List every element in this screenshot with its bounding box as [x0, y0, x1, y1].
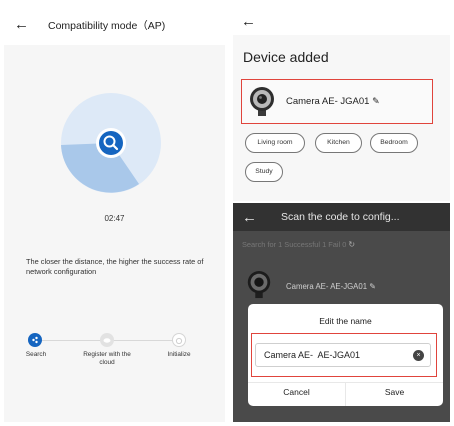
camera-icon [250, 87, 274, 116]
device-added-screen: ← Device added Camera AE- JGA01 ✎ Living… [233, 5, 450, 201]
room-chip-kitchen[interactable]: Kitchen [315, 133, 362, 153]
clear-icon[interactable]: × [413, 350, 424, 361]
page-title: Device added [243, 49, 329, 65]
step-label-initialize: Initialize [167, 351, 191, 358]
device-card[interactable]: Camera AE- JGA01 ✎ [241, 79, 433, 124]
edit-name-dialog: Edit the name × Cancel Save [248, 304, 443, 406]
step-search-dot [28, 333, 42, 347]
refresh-icon[interactable]: ↻ [348, 240, 355, 249]
back-arrow-icon[interactable]: ← [241, 14, 256, 29]
room-chip-study[interactable]: Study [245, 162, 283, 182]
room-chip-living-room[interactable]: Living room [245, 133, 305, 153]
search-step-icon [32, 336, 38, 344]
pencil-icon[interactable]: ✎ [369, 282, 376, 291]
scan-status: Search for 1 Successful 1 Fail 0 ↻ [242, 240, 356, 249]
power-icon [175, 337, 183, 345]
compatibility-mode-screen: ← Compatibility mode（AP) 02:47 The close… [4, 5, 225, 422]
device-name-input[interactable] [255, 343, 431, 367]
header-bar: ← Compatibility mode（AP) [4, 5, 225, 45]
search-icon [99, 131, 123, 155]
header-bar: ← Scan the code to config... [233, 203, 450, 231]
back-arrow-icon[interactable]: ← [14, 17, 29, 32]
countdown-timer: 02:47 [104, 214, 125, 223]
camera-icon [247, 271, 271, 299]
distance-hint: The closer the distance, the higher the … [26, 257, 204, 276]
rename-device-screen: ← Scan the code to config... Search for … [233, 203, 450, 422]
step-label-search: Search [25, 351, 47, 358]
page-title: Compatibility mode（AP) [48, 20, 166, 32]
device-name: Camera AE- JGA01 ✎ [286, 96, 380, 107]
search-progress-pie [61, 93, 161, 193]
dialog-title: Edit the name [319, 316, 372, 326]
cancel-button[interactable]: Cancel [248, 387, 345, 397]
step-register-dot [100, 333, 114, 347]
step-initialize-dot [172, 333, 186, 347]
cloud-icon [103, 338, 111, 343]
back-arrow-icon[interactable]: ← [242, 210, 257, 225]
save-button[interactable]: Save [346, 387, 443, 397]
pencil-icon[interactable]: ✎ [372, 96, 380, 106]
page-title: Scan the code to config... [281, 211, 400, 223]
room-chip-bedroom[interactable]: Bedroom [370, 133, 418, 153]
device-name: Camera AE- AE-JGA01 ✎ [286, 282, 376, 291]
header-bar: ← [233, 5, 450, 35]
step-label-register: Register with the cloud [83, 351, 131, 366]
